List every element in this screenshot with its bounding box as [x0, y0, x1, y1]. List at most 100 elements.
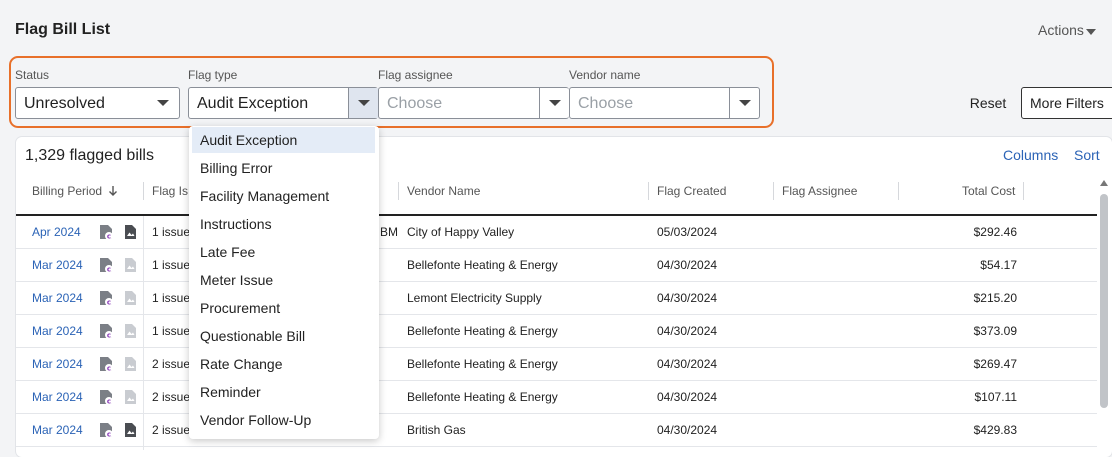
caret-down-icon: [1085, 28, 1096, 35]
table-row[interactable]: Apr 2024 c 1 issue BME City of Happy Valley 0…: [16, 216, 1097, 249]
image-file-icon[interactable]: [124, 323, 137, 339]
dropdown-option-late-fee[interactable]: Late Fee: [192, 239, 375, 265]
document-currency-icon[interactable]: c: [99, 290, 113, 307]
vendor-name-filter-label: Vendor name: [569, 68, 641, 82]
image-file-icon[interactable]: [124, 224, 137, 240]
billing-period-link[interactable]: Mar 2024: [32, 258, 83, 272]
flag-assignee-dropdown-toggle[interactable]: [539, 88, 569, 118]
status-filter-label: Status: [15, 68, 50, 82]
document-currency-icon[interactable]: c: [99, 257, 113, 274]
image-file-icon[interactable]: [124, 290, 137, 306]
status-select[interactable]: Unresolved: [15, 87, 180, 119]
svg-text:c: c: [107, 233, 111, 241]
chevron-down-icon: [357, 100, 370, 106]
dropdown-option-reminder[interactable]: Reminder: [192, 379, 375, 405]
flag-created-cell: 04/30/2024: [657, 291, 718, 305]
table-row[interactable]: Mar 2024 c 2 issue Bellefonte Heating & Ene…: [16, 348, 1097, 381]
flag-issue-count: 1 issue: [152, 324, 191, 338]
table-row[interactable]: Mar 2024 c 1 issue Bellefonte Heating & Ene…: [16, 315, 1097, 348]
flag-type-dropdown-menu: Audit Exception Billing Error Facility M…: [189, 126, 379, 439]
vendor-name-dropdown-toggle[interactable]: [729, 88, 759, 118]
page-title: Flag Bill List: [15, 21, 111, 38]
actions-label: Actions: [1038, 22, 1084, 38]
dropdown-option-meter-issue[interactable]: Meter Issue: [192, 267, 375, 293]
chevron-down-icon: [738, 100, 751, 106]
total-cost-cell: $373.09: [973, 324, 1017, 338]
dropdown-option-audit-exception[interactable]: Audit Exception: [192, 127, 375, 153]
sort-link[interactable]: Sort: [1074, 147, 1100, 163]
dropdown-option-questionable-bill[interactable]: Questionable Bill: [192, 323, 375, 349]
scroll-up-arrow-icon[interactable]: [1100, 180, 1108, 186]
billing-period-link[interactable]: Mar 2024: [32, 324, 83, 338]
billing-period-link[interactable]: Mar 2024: [32, 423, 83, 437]
dropdown-option-billing-error[interactable]: Billing Error: [192, 155, 375, 181]
image-file-icon[interactable]: [124, 422, 137, 438]
image-file-icon[interactable]: [124, 257, 137, 273]
row-divider: [16, 446, 1097, 447]
billing-period-link[interactable]: Apr 2024: [32, 225, 81, 239]
flag-type-select[interactable]: Audit Exception: [188, 87, 378, 119]
chevron-down-icon: [157, 100, 169, 106]
billing-period-link[interactable]: Mar 2024: [32, 291, 83, 305]
flag-created-cell: 04/30/2024: [657, 423, 718, 437]
document-currency-icon[interactable]: c: [99, 356, 113, 373]
column-header-vendor-name[interactable]: Vendor Name: [407, 184, 480, 198]
flag-type-dropdown-toggle[interactable]: [348, 88, 378, 118]
dropdown-option-vendor-follow-up[interactable]: Vendor Follow-Up: [192, 407, 375, 433]
header-divider: [398, 182, 399, 200]
flag-assignee-select[interactable]: Choose: [378, 87, 569, 119]
billing-period-link[interactable]: Mar 2024: [32, 357, 83, 371]
vendor-name-cell: Bellefonte Heating & Energy: [407, 258, 558, 272]
vendor-name-placeholder: Choose: [578, 95, 634, 112]
image-file-icon[interactable]: [124, 389, 137, 405]
table-row[interactable]: Mar 2024 c 1 issue Lemont Electricity Suppl…: [16, 282, 1097, 315]
table-row[interactable]: Mar 2024 c 2 issue Bellefonte Heating & Ene…: [16, 381, 1097, 414]
dropdown-option-facility-management[interactable]: Facility Management: [192, 183, 375, 209]
total-cost-cell: $54.17: [980, 258, 1017, 272]
flag-issue-count: 1 issue: [152, 291, 191, 305]
svg-text:c: c: [107, 266, 111, 274]
header-divider: [648, 182, 649, 200]
chevron-down-icon: [548, 100, 561, 106]
flag-assignee-placeholder: Choose: [387, 95, 443, 112]
dropdown-option-rate-change[interactable]: Rate Change: [192, 351, 375, 377]
flag-created-cell: 04/30/2024: [657, 390, 718, 404]
vendor-name-cell: Bellefonte Heating & Energy: [407, 324, 558, 338]
flag-issue-count: 2 issue: [152, 390, 191, 404]
dropdown-option-procurement[interactable]: Procurement: [192, 295, 375, 321]
flag-issue-count: 2 issue: [152, 357, 191, 371]
table-row[interactable]: Mar 2024 c 1 issue Bellefonte Heating & Ene…: [16, 249, 1097, 282]
header-divider: [143, 182, 144, 200]
arrow-down-icon: [109, 186, 118, 196]
billing-period-link[interactable]: Mar 2024: [32, 390, 83, 404]
total-cost-cell: $269.47: [973, 357, 1017, 371]
reset-button[interactable]: Reset: [960, 87, 1016, 119]
column-header-billing-period[interactable]: Billing Period: [32, 184, 118, 198]
vendor-name-cell: British Gas: [407, 423, 466, 437]
more-filters-button[interactable]: More Filters: [1021, 87, 1112, 119]
document-currency-icon[interactable]: c: [99, 224, 113, 241]
image-file-icon[interactable]: [124, 356, 137, 372]
vendor-name-cell: Bellefonte Heating & Energy: [407, 390, 558, 404]
document-currency-icon[interactable]: c: [99, 422, 113, 439]
table-row[interactable]: Mar 2024 c 2 issue British Gas 04/30/2024 $42…: [16, 414, 1097, 447]
actions-menu[interactable]: Actions: [1038, 22, 1096, 38]
column-header-flag-created[interactable]: Flag Created: [657, 184, 726, 198]
document-currency-icon[interactable]: c: [99, 323, 113, 340]
column-header-flag-issue[interactable]: Flag Is: [152, 184, 188, 198]
vendor-name-select[interactable]: Choose: [569, 87, 760, 119]
flag-issue-count: 1 issue: [152, 258, 191, 272]
column-header-flag-assignee[interactable]: Flag Assignee: [782, 184, 857, 198]
flag-created-cell: 04/30/2024: [657, 258, 718, 272]
svg-text:c: c: [107, 398, 111, 406]
total-cost-cell: $215.20: [973, 291, 1017, 305]
svg-text:c: c: [107, 332, 111, 340]
dropdown-option-instructions[interactable]: Instructions: [192, 211, 375, 237]
flag-created-cell: 05/03/2024: [657, 225, 718, 239]
document-currency-icon[interactable]: c: [99, 389, 113, 406]
total-cost-cell: $429.83: [973, 423, 1017, 437]
vertical-scrollbar-thumb[interactable]: [1100, 194, 1108, 408]
column-header-total-cost[interactable]: Total Cost: [962, 184, 1015, 198]
columns-link[interactable]: Columns: [1003, 147, 1058, 163]
total-cost-cell: $292.46: [973, 225, 1017, 239]
